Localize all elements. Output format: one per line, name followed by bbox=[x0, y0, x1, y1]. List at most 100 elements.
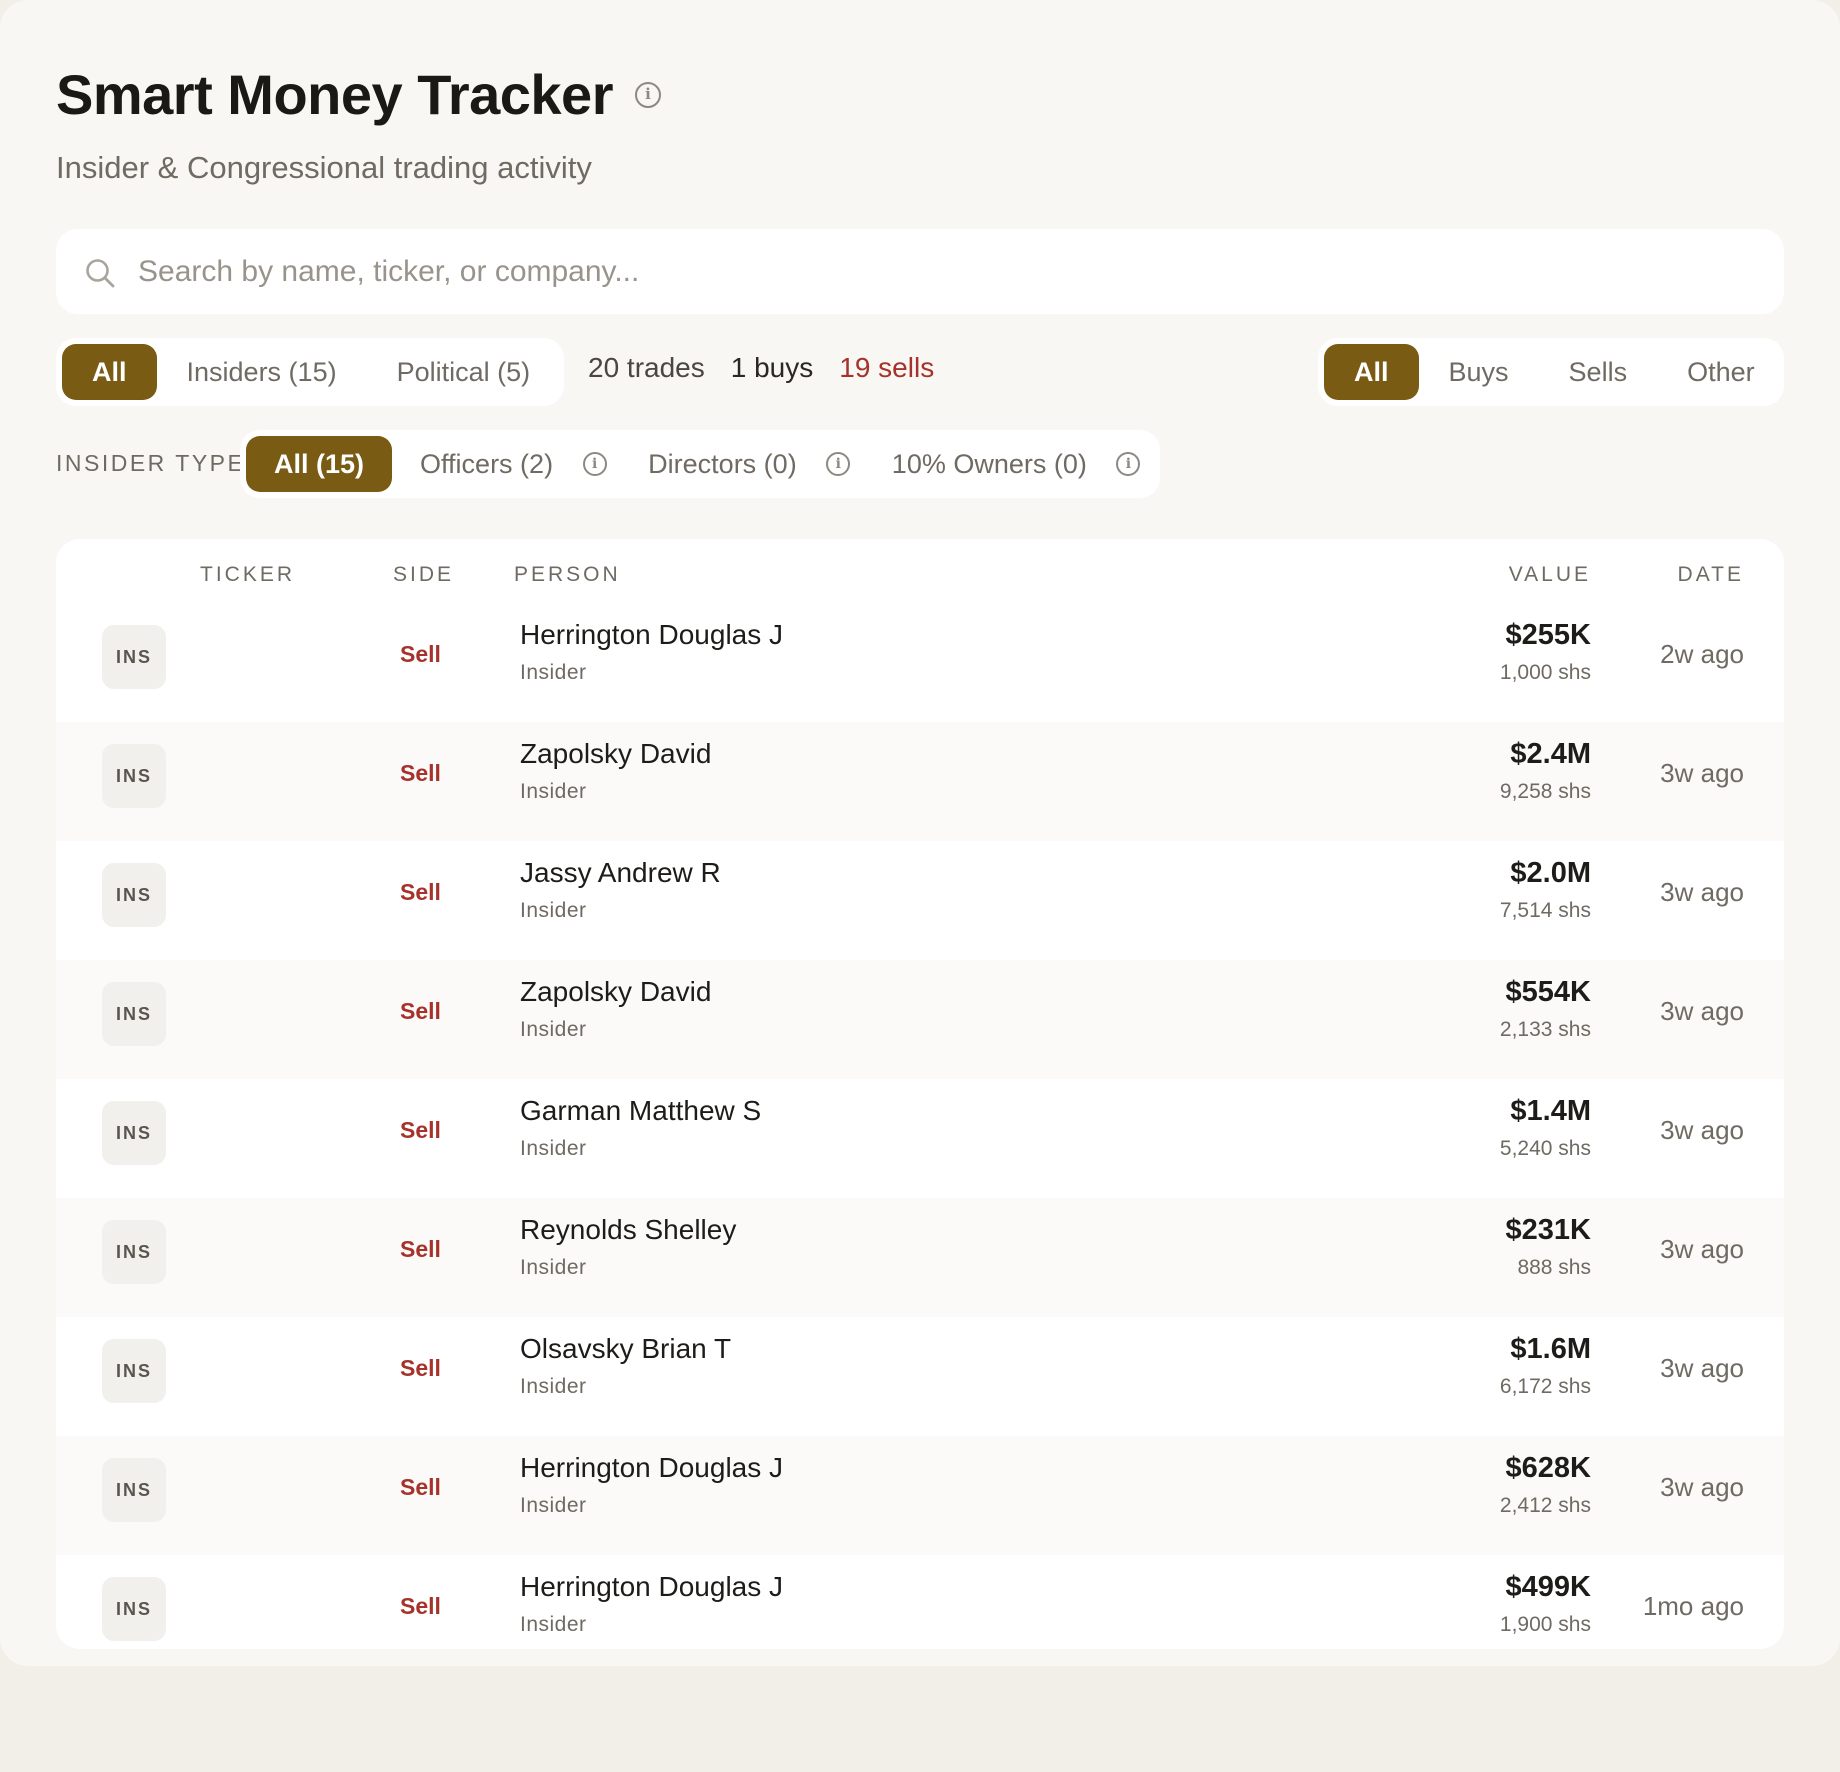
ticker-badge: INS bbox=[102, 1577, 166, 1641]
trade-value: $1.6M bbox=[1510, 1333, 1591, 1365]
trade-value: $255K bbox=[1505, 619, 1591, 651]
person-name[interactable]: Olsavsky Brian T bbox=[520, 1333, 731, 1365]
trade-shares: 2,133 shs bbox=[1499, 1018, 1591, 1041]
source-filter: All Insiders (15) Political (5) bbox=[56, 338, 564, 406]
ticker-badge: INS bbox=[102, 1458, 166, 1522]
filter-source-all[interactable]: All bbox=[62, 344, 157, 400]
table-row[interactable]: INS Sell Zapolsky David Insider $554K 2,133 s… bbox=[56, 960, 1784, 1079]
search-icon bbox=[86, 259, 115, 288]
table-row[interactable]: INS Sell Olsavsky Brian T Insider $1.6M 6,172… bbox=[56, 1317, 1784, 1436]
column-ticker[interactable]: TICKER bbox=[200, 563, 295, 587]
trade-stats: 20 trades 1 buys 19 sells bbox=[588, 352, 934, 384]
table-row[interactable]: INS Sell Herrington Douglas J Insider $628K 2… bbox=[56, 1436, 1784, 1555]
page-title: Smart Money Tracker bbox=[56, 63, 613, 126]
search-bar bbox=[56, 229, 1784, 314]
trade-value: $628K bbox=[1505, 1452, 1591, 1484]
person-name[interactable]: Herrington Douglas J bbox=[520, 619, 783, 651]
tracker-card: Smart Money Tracker i Insider & Congress… bbox=[0, 0, 1840, 1666]
trade-date: 3w ago bbox=[1660, 1115, 1744, 1145]
ticker-badge: INS bbox=[102, 1101, 166, 1165]
person-name[interactable]: Jassy Andrew R bbox=[520, 857, 721, 889]
table-row[interactable]: INS Sell Zapolsky David Insider $2.4M 9,258 s… bbox=[56, 722, 1784, 841]
trade-shares: 1,000 shs bbox=[1499, 661, 1591, 684]
person-name[interactable]: Reynolds Shelley bbox=[520, 1214, 736, 1246]
person-name[interactable]: Zapolsky David bbox=[520, 976, 711, 1008]
filter-source-political[interactable]: Political (5) bbox=[367, 344, 561, 400]
person-role: Insider bbox=[520, 661, 587, 684]
trade-shares: 5,240 shs bbox=[1499, 1137, 1591, 1160]
trade-date: 3w ago bbox=[1660, 758, 1744, 788]
trades-table: TICKER SIDE PERSON VALUE DATE INS Sell Her… bbox=[56, 539, 1784, 1649]
trade-shares: 1,900 shs bbox=[1499, 1613, 1591, 1636]
side-label: Sell bbox=[400, 879, 441, 905]
person-role: Insider bbox=[520, 1613, 587, 1636]
table-header: TICKER SIDE PERSON VALUE DATE bbox=[56, 539, 1784, 603]
officers-info-icon[interactable]: i bbox=[582, 452, 607, 476]
title-row: Smart Money Tracker i bbox=[56, 62, 661, 127]
column-person[interactable]: PERSON bbox=[514, 563, 621, 587]
person-role: Insider bbox=[520, 1375, 587, 1398]
ticker-badge: INS bbox=[102, 1220, 166, 1284]
column-side[interactable]: SIDE bbox=[393, 563, 454, 587]
trade-value: $1.4M bbox=[1510, 1095, 1591, 1127]
table-row[interactable]: INS Sell Reynolds Shelley Insider $231K 888 s… bbox=[56, 1198, 1784, 1317]
insider-type-label: INSIDER TYPE bbox=[56, 450, 246, 476]
column-date[interactable]: DATE bbox=[1678, 563, 1744, 587]
trade-shares: 6,172 shs bbox=[1499, 1375, 1591, 1398]
table-row[interactable]: INS Sell Jassy Andrew R Insider $2.0M 7,514 s… bbox=[56, 841, 1784, 960]
ticker-badge: INS bbox=[102, 1339, 166, 1403]
ticker-badge: INS bbox=[102, 625, 166, 689]
filter-side-sells[interactable]: Sells bbox=[1539, 344, 1658, 400]
search-input[interactable] bbox=[138, 229, 1738, 314]
trade-date: 1mo ago bbox=[1642, 1591, 1744, 1621]
filter-type-all[interactable]: All (15) bbox=[246, 436, 393, 492]
ticker-badge: INS bbox=[102, 863, 166, 927]
table-row[interactable]: INS Sell Garman Matthew S Insider $1.4M 5,240… bbox=[56, 1079, 1784, 1198]
filter-type-owners[interactable]: 10% Owners (0) bbox=[864, 436, 1115, 492]
trade-value: $2.4M bbox=[1510, 738, 1591, 770]
filter-type-officers[interactable]: Officers (2) bbox=[392, 436, 581, 492]
side-label: Sell bbox=[400, 1236, 441, 1262]
side-label: Sell bbox=[400, 1474, 441, 1500]
filter-side-buys[interactable]: Buys bbox=[1419, 344, 1539, 400]
trade-date: 3w ago bbox=[1660, 1234, 1744, 1264]
filter-source-insiders[interactable]: Insiders (15) bbox=[157, 344, 367, 400]
person-name[interactable]: Garman Matthew S bbox=[520, 1095, 761, 1127]
person-role: Insider bbox=[520, 1018, 587, 1041]
person-name[interactable]: Zapolsky David bbox=[520, 738, 711, 770]
table-body: INS Sell Herrington Douglas J Insider $255K 1… bbox=[56, 603, 1784, 1649]
person-role: Insider bbox=[520, 899, 587, 922]
side-label: Sell bbox=[400, 760, 441, 786]
side-label: Sell bbox=[400, 641, 441, 667]
ticker-badge: INS bbox=[102, 744, 166, 808]
trade-shares: 888 shs bbox=[1517, 1256, 1591, 1279]
person-role: Insider bbox=[520, 1137, 587, 1160]
person-role: Insider bbox=[520, 780, 587, 803]
filter-type-directors[interactable]: Directors (0) bbox=[620, 436, 825, 492]
trades-count: 20 trades bbox=[588, 352, 705, 383]
trade-date: 3w ago bbox=[1660, 1353, 1744, 1383]
person-name[interactable]: Herrington Douglas J bbox=[520, 1452, 783, 1484]
person-role: Insider bbox=[520, 1256, 587, 1279]
owners-info-icon[interactable]: i bbox=[1116, 452, 1141, 476]
side-label: Sell bbox=[400, 1355, 441, 1381]
side-label: Sell bbox=[400, 998, 441, 1024]
person-name[interactable]: Herrington Douglas J bbox=[520, 1571, 783, 1603]
directors-info-icon[interactable]: i bbox=[826, 452, 851, 476]
trade-shares: 7,514 shs bbox=[1499, 899, 1591, 922]
side-filter: All Buys Sells Other bbox=[1318, 338, 1784, 406]
trade-date: 2w ago bbox=[1660, 639, 1744, 669]
filter-side-other[interactable]: Other bbox=[1657, 344, 1785, 400]
table-row[interactable]: INS Sell Herrington Douglas J Insider $255K 1… bbox=[56, 603, 1784, 722]
ticker-badge: INS bbox=[102, 982, 166, 1046]
info-icon[interactable]: i bbox=[634, 81, 661, 108]
person-role: Insider bbox=[520, 1494, 587, 1517]
side-label: Sell bbox=[400, 1593, 441, 1619]
trade-shares: 9,258 shs bbox=[1499, 780, 1591, 803]
trade-date: 3w ago bbox=[1660, 877, 1744, 907]
table-row[interactable]: INS Sell Herrington Douglas J Insider $499K 1… bbox=[56, 1555, 1784, 1649]
insider-type-filter: All (15) Officers (2) i Directors (0) i … bbox=[240, 430, 1160, 498]
filter-side-all[interactable]: All bbox=[1324, 344, 1419, 400]
column-value[interactable]: VALUE bbox=[1509, 563, 1591, 587]
buys-count: 1 buys bbox=[730, 352, 814, 383]
